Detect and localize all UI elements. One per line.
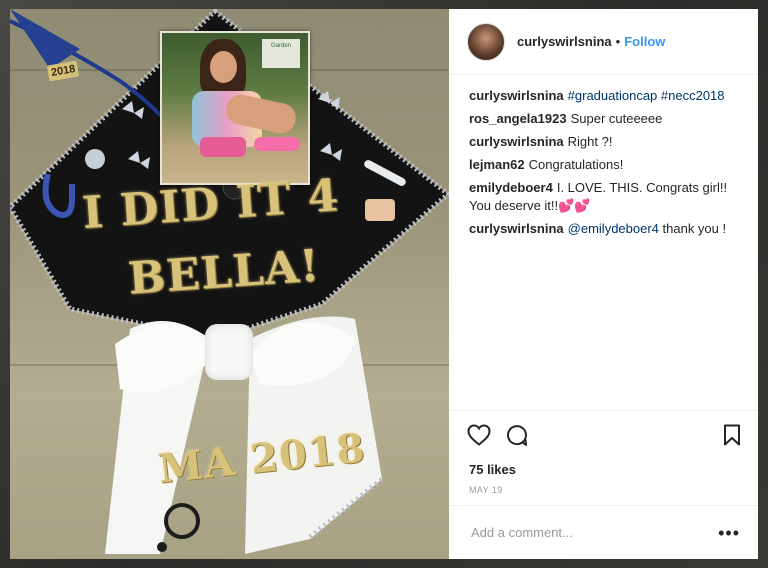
comment-text: thank you !: [658, 221, 727, 236]
comment-username[interactable]: emilydeboer4: [469, 180, 553, 195]
comment-hashtags[interactable]: #graduationcap #necc2018: [568, 88, 725, 103]
comment-item: curlyswirlsnina Right ?!: [469, 133, 740, 151]
comment-username[interactable]: lejman62: [469, 157, 525, 172]
stethoscope-chest-piece: [85, 149, 105, 169]
avatar[interactable]: [467, 22, 505, 61]
comment-item: ros_angela1923 Super cuteeeee: [469, 110, 740, 128]
like-button[interactable]: [467, 423, 491, 447]
bookmark-icon: [724, 424, 740, 445]
post-header: curlyswirlsnina • Follow: [449, 9, 758, 75]
save-button[interactable]: [720, 423, 744, 447]
comment-username[interactable]: curlyswirlsnina: [469, 221, 564, 236]
comment-button[interactable]: [505, 423, 529, 447]
bow-knot: [205, 324, 253, 380]
add-comment-bar: •••: [449, 505, 758, 559]
garden-sign: Garden: [262, 39, 300, 68]
comment-list: curlyswirlsnina #graduationcap #necc2018 …: [449, 75, 758, 410]
comment-bubble-icon: [507, 424, 528, 446]
more-options-button[interactable]: •••: [718, 524, 740, 542]
comment-item: lejman62 Congratulations!: [469, 156, 740, 174]
child-photo: Garden: [160, 31, 310, 185]
post-side-panel: curlyswirlsnina • Follow curlyswirlsnina…: [449, 9, 758, 559]
comment-item: curlyswirlsnina @emilydeboer4 thank you !: [469, 220, 740, 238]
comment-item: curlyswirlsnina #graduationcap #necc2018: [469, 87, 740, 105]
tassel-fringe: [10, 9, 80, 69]
comment-text: Right ?!: [567, 134, 613, 149]
comment-mention[interactable]: @emilydeboer4: [568, 221, 659, 236]
bandage-icon: [365, 199, 395, 221]
likes-count[interactable]: 75 likes: [449, 458, 758, 477]
follow-button[interactable]: Follow: [624, 34, 665, 49]
post-modal: Garden 2018 I DID IT 4 BELLA! MA 2018 cu…: [10, 9, 758, 559]
comment-username[interactable]: ros_angela1923: [469, 111, 567, 126]
child-shorts: [200, 137, 246, 157]
ribbon-stethoscope-chest-piece: [157, 542, 167, 552]
comment-username[interactable]: curlyswirlsnina: [469, 134, 564, 149]
comment-text: Congratulations!: [528, 157, 624, 172]
header-username[interactable]: curlyswirlsnina: [517, 34, 612, 49]
child-face: [210, 51, 237, 83]
action-bar: [449, 410, 758, 458]
heart-icon: [467, 423, 491, 446]
comment-text: Super cuteeeee: [570, 111, 663, 126]
comment-item: emilydeboer4 I. LOVE. THIS. Congrats girl…: [469, 179, 740, 215]
comment-username[interactable]: curlyswirlsnina: [469, 88, 564, 103]
header-separator: •: [615, 34, 621, 49]
graduation-cap: Garden 2018 I DID IT 4 BELLA! MA 2018: [10, 9, 449, 559]
post-date[interactable]: MAY 19: [449, 477, 758, 505]
comment-input[interactable]: [469, 524, 719, 541]
post-photo[interactable]: Garden 2018 I DID IT 4 BELLA! MA 2018: [10, 9, 449, 559]
child-shoes: [254, 137, 300, 151]
ribbon-stethoscope-icon: [164, 503, 200, 539]
